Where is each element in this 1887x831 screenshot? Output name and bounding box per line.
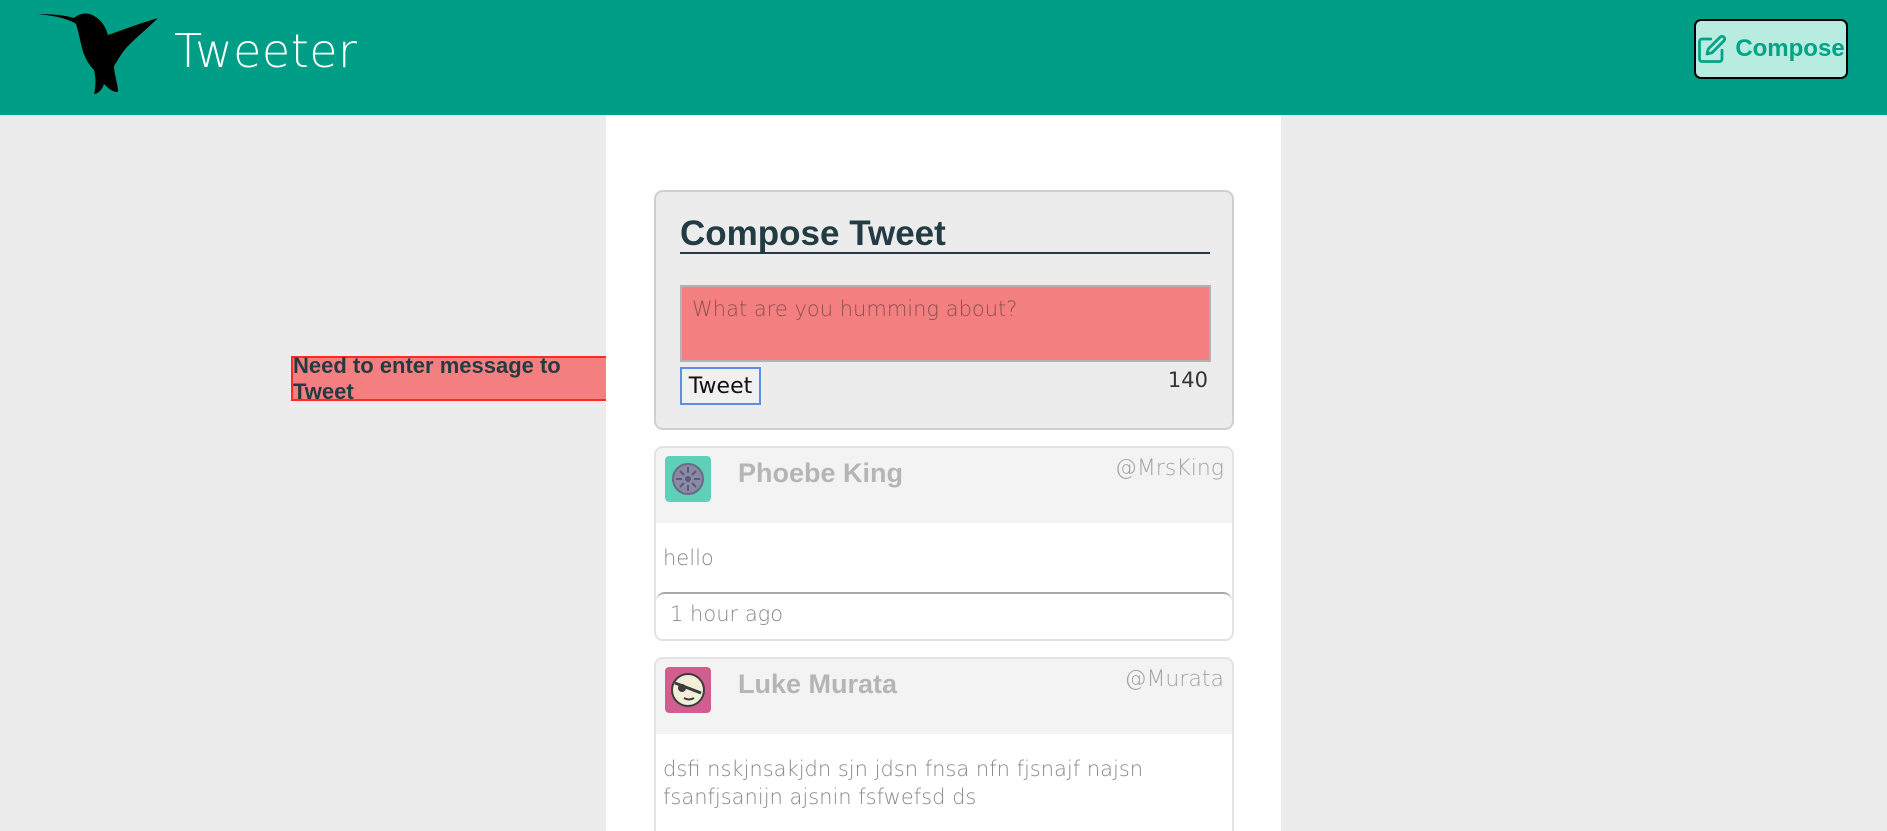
avatar bbox=[665, 667, 711, 713]
top-navbar: Tweeter Compose bbox=[0, 0, 1887, 115]
tweet-text: dsfi nskjnsakjdn sjn jdsn fnsa nfn fjsna… bbox=[663, 757, 1144, 809]
compose-heading: Compose Tweet bbox=[680, 216, 1210, 254]
app-title: Tweeter bbox=[174, 24, 358, 78]
tweet-author-handle: @MrsKing bbox=[1114, 456, 1224, 481]
tweet-author-name: Luke Murata bbox=[738, 669, 898, 699]
tweet-text: hello bbox=[663, 546, 714, 570]
tweet-input[interactable] bbox=[680, 285, 1211, 362]
compose-button[interactable]: Compose bbox=[1694, 19, 1848, 79]
tweet-header: Luke Murata @Murata bbox=[656, 659, 1232, 734]
edit-icon bbox=[1698, 34, 1727, 63]
tweet-card: Luke Murata @Murata dsfi nskjnsakjdn sjn… bbox=[654, 657, 1234, 831]
error-message: Need to enter message to Tweet bbox=[291, 353, 618, 404]
main-container: Compose Tweet Tweet 140 Phoebe King @Mrs… bbox=[606, 115, 1281, 831]
compose-tweet-form: Compose Tweet Tweet 140 bbox=[654, 190, 1234, 430]
hummingbird-logo-icon bbox=[38, 13, 158, 94]
character-counter: 140 bbox=[1167, 368, 1208, 392]
tweet-author-name: Phoebe King bbox=[738, 458, 904, 488]
tweet-timestamp: 1 hour ago bbox=[656, 592, 1232, 637]
tweet-card: Phoebe King @MrsKing hello 1 hour ago bbox=[654, 446, 1234, 641]
tweet-submit-button[interactable]: Tweet bbox=[680, 367, 761, 405]
avatar bbox=[665, 456, 711, 502]
compose-button-label: Compose bbox=[1735, 35, 1845, 62]
tweet-author-handle: @Murata bbox=[1124, 667, 1224, 692]
tweet-header: Phoebe King @MrsKing bbox=[656, 448, 1232, 523]
